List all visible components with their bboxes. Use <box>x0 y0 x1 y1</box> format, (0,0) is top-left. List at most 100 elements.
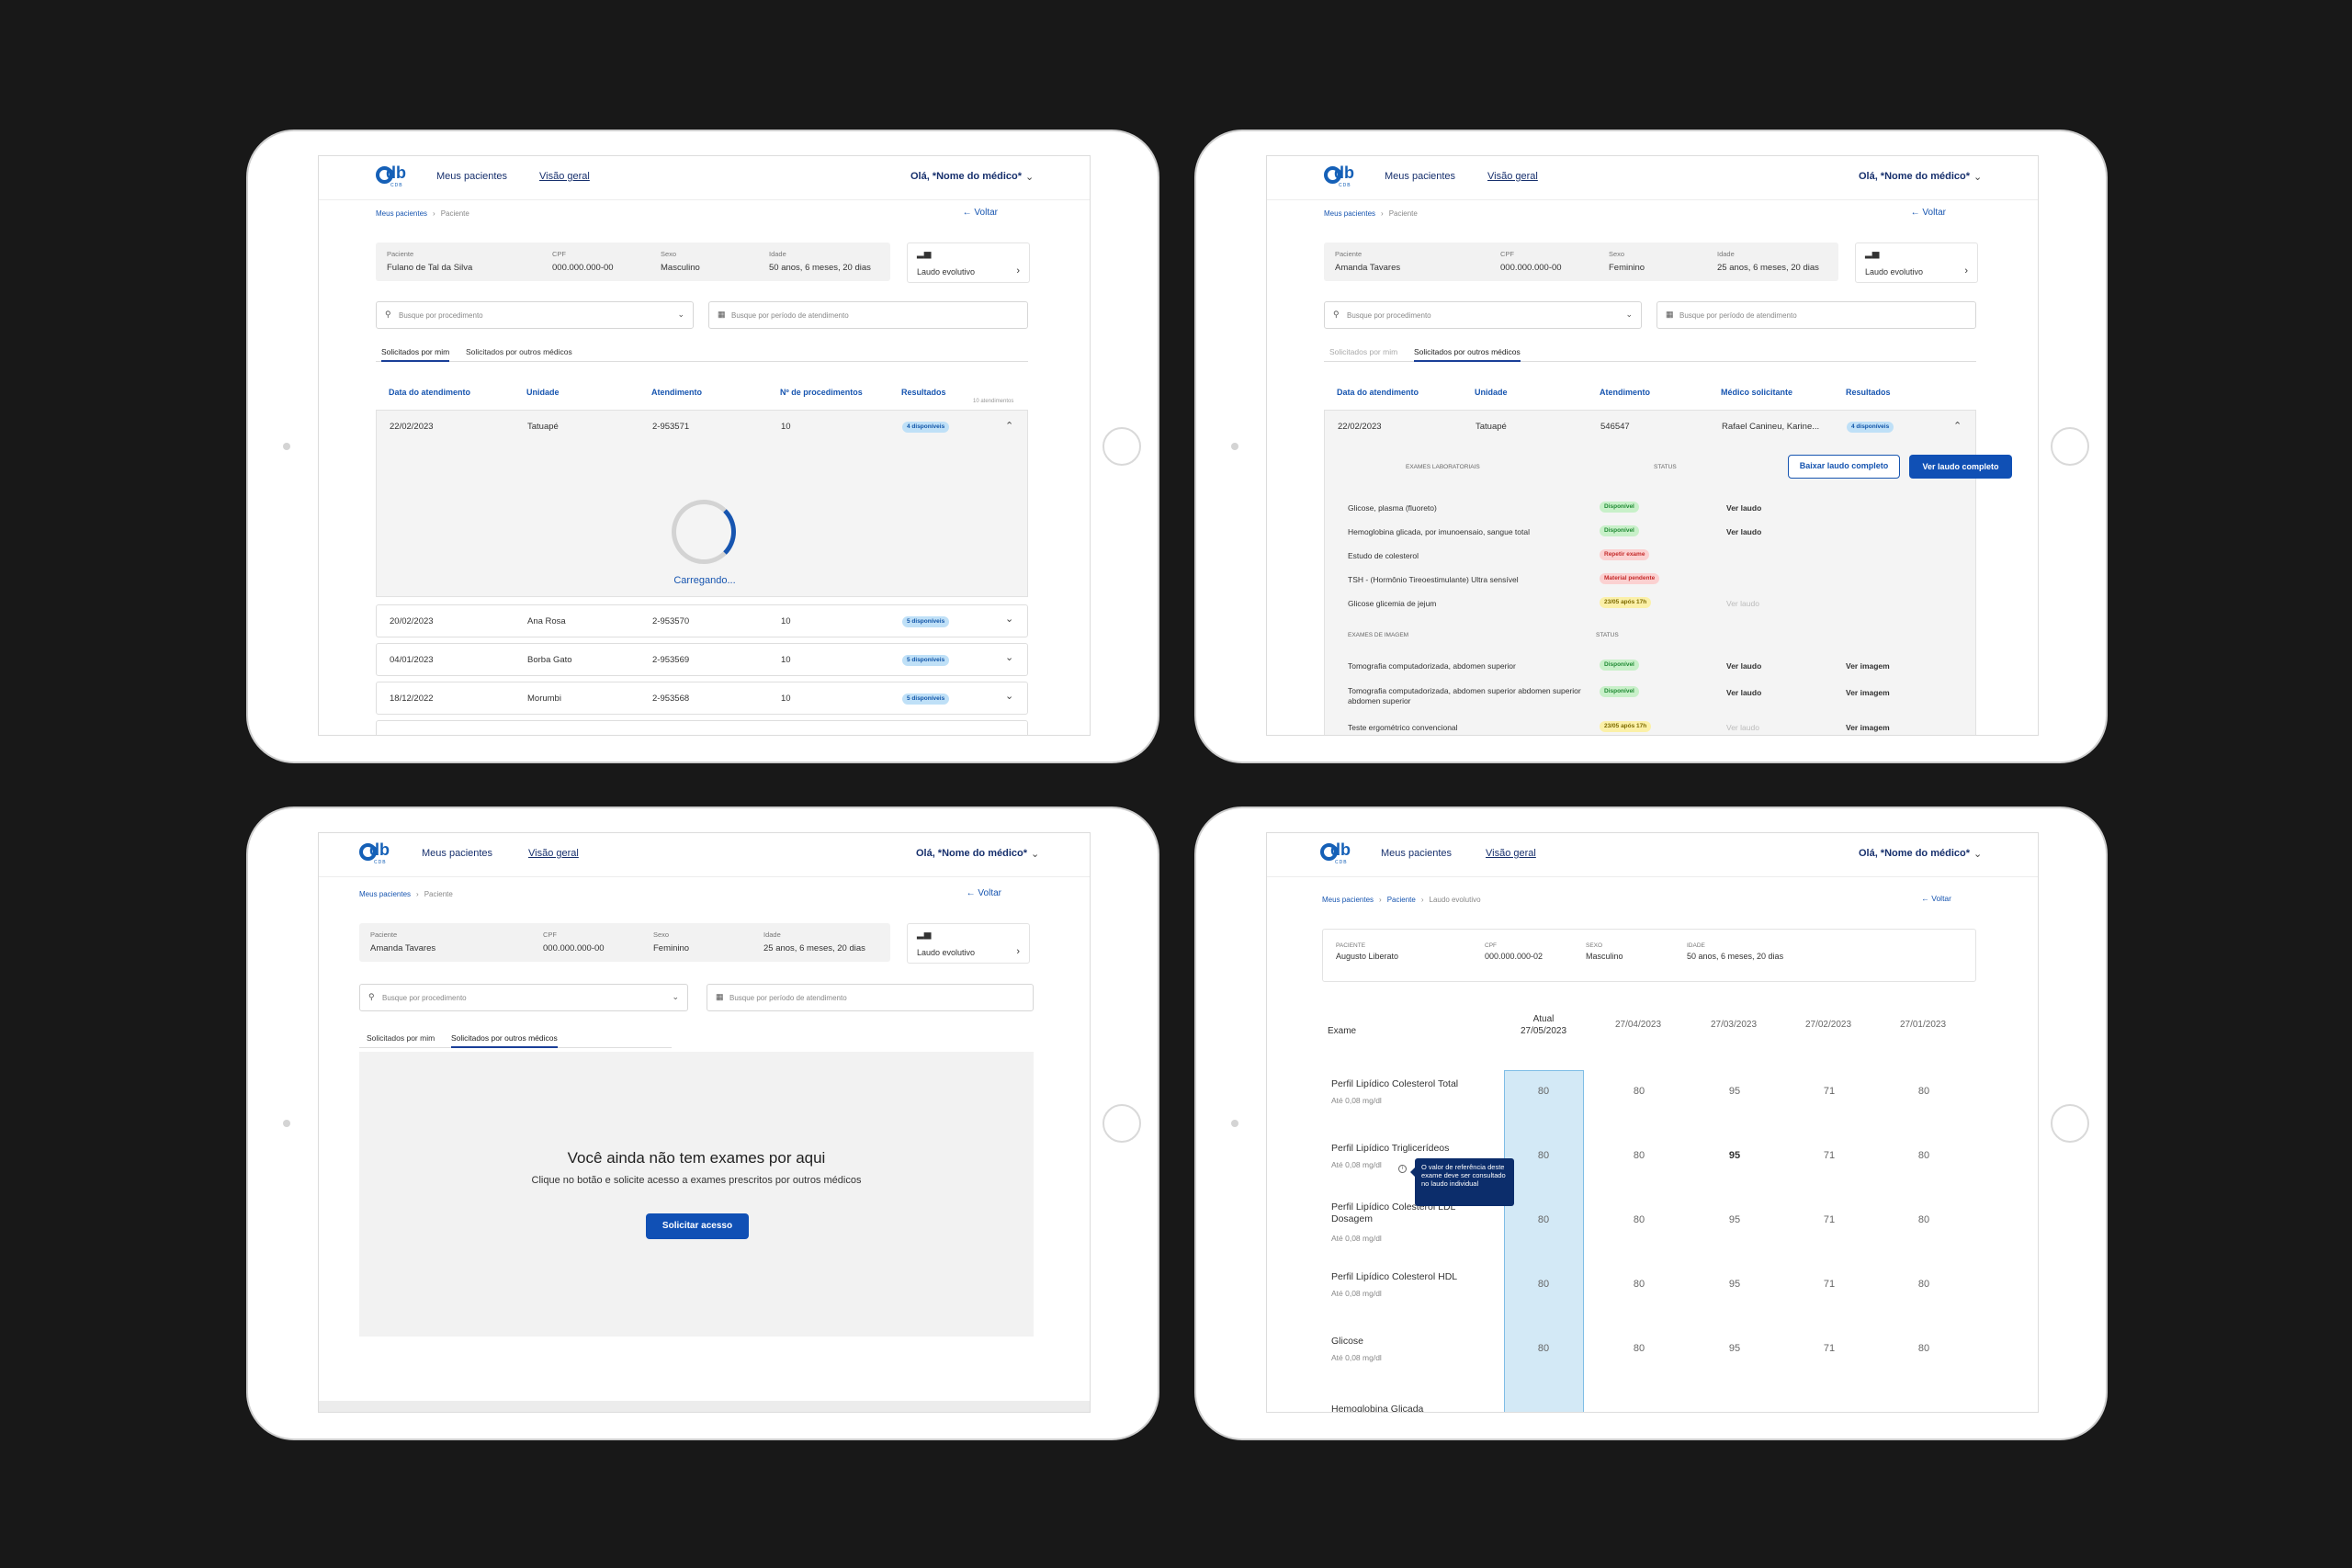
view-report-link[interactable]: Ver laudo <box>1726 527 1761 536</box>
nav-my-patients[interactable]: Meus pacientes <box>422 848 492 859</box>
th-unit[interactable]: Unidade <box>526 388 560 397</box>
tab-requested-by-me[interactable]: Solicitados por mim <box>381 347 450 362</box>
procedure-search-input[interactable]: ⚲ Busque por procedimento ⌄ <box>1324 301 1642 329</box>
exam-value: 80 <box>1633 1214 1645 1225</box>
th-procedures[interactable]: Nº de procedimentos <box>780 388 863 397</box>
lab-status-title: Status <box>1654 464 1677 470</box>
view-report-link[interactable]: Ver laudo <box>1726 661 1761 671</box>
th-results[interactable]: Resultados <box>901 388 946 397</box>
crumb-patient[interactable]: Paciente <box>1387 896 1416 904</box>
procedure-search-input[interactable]: ⚲ Busque por procedimento ⌄ <box>376 301 694 329</box>
period-search-input[interactable]: ▦ Busque por período de atendimento <box>707 984 1034 1011</box>
user-greeting: Olá, *Nome do médico* <box>1858 171 1970 182</box>
th-unit[interactable]: Unidade <box>1475 388 1508 397</box>
user-menu[interactable]: Olá, *Nome do médico* ⌄ <box>1858 171 1982 183</box>
camera-dot <box>1231 1120 1238 1127</box>
view-image-link[interactable]: Ver imagem <box>1846 688 1890 697</box>
view-report-link[interactable]: Ver laudo <box>1726 688 1761 697</box>
tablet-frame: db CDB Meus pacientes Visão geral Olá, *N… <box>1194 807 2108 1440</box>
nav-my-patients[interactable]: Meus pacientes <box>1385 171 1455 182</box>
nav-overview[interactable]: Visão geral <box>528 848 579 859</box>
user-menu[interactable]: Olá, *Nome do médico* ⌄ <box>916 848 1039 860</box>
user-menu[interactable]: Olá, *Nome do médico* ⌄ <box>910 171 1034 183</box>
period-search-input[interactable]: ▦ Busque por período de atendimento <box>708 301 1028 329</box>
laudo-evolutivo-card[interactable]: ▂▅ Laudo evolutivo › <box>907 243 1030 283</box>
back-link[interactable]: ← Voltar <box>967 888 1001 898</box>
tab-requested-by-me[interactable]: Solicitados por mim <box>367 1033 435 1046</box>
status-badge: Disponível <box>1600 502 1639 513</box>
crumb-patients[interactable]: Meus pacientes <box>1324 209 1375 218</box>
nav-overview[interactable]: Visão geral <box>1486 848 1536 859</box>
info-icon[interactable]: i <box>1398 1165 1407 1173</box>
chevron-down-icon[interactable]: ⌄ <box>1005 613 1013 625</box>
top-nav: db CDB Meus pacientes Visão geral Olá, *N… <box>1267 156 2038 200</box>
crumb-patients[interactable]: Meus pacientes <box>1322 896 1374 904</box>
user-menu[interactable]: Olá, *Nome do médico* ⌄ <box>1859 848 1982 860</box>
table-row[interactable]: 20/02/2023 Ana Rosa 2-953570 10 5 dispon… <box>376 604 1028 637</box>
tab-requested-by-others[interactable]: Solicitados por outros médicos <box>1414 347 1521 362</box>
th-results[interactable]: Resultados <box>1846 388 1891 397</box>
nav-overview[interactable]: Visão geral <box>1487 171 1538 182</box>
nav-my-patients[interactable]: Meus pacientes <box>1381 848 1452 859</box>
home-button[interactable] <box>1102 427 1141 466</box>
tab-requested-by-others[interactable]: Solicitados por outros médicos <box>466 347 572 360</box>
top-nav: db CDB Meus pacientes Visão geral Olá, *N… <box>319 156 1090 200</box>
table-row[interactable]: 18/12/2022 Morumbi 2-953568 10 5 disponí… <box>376 682 1028 715</box>
camera-dot <box>283 1120 290 1127</box>
procedure-search-placeholder: Busque por procedimento <box>399 311 483 320</box>
status-badge: Disponível <box>1600 686 1639 697</box>
lab-exam-name: Glicose glicemia de jejum <box>1348 599 1437 608</box>
exam-value: 80 <box>1537 1343 1550 1354</box>
status-badge: 23/05 após 17h <box>1600 597 1652 608</box>
view-image-link[interactable]: Ver imagem <box>1846 723 1890 732</box>
search-icon: ⚲ <box>1333 310 1340 319</box>
home-button[interactable] <box>2051 427 2089 466</box>
nav-my-patients[interactable]: Meus pacientes <box>436 171 507 182</box>
view-report-link[interactable]: Ver laudo <box>1726 503 1761 513</box>
exam-value: 80 <box>1917 1150 1930 1161</box>
period-search-input[interactable]: ▦ Busque por período de atendimento <box>1657 301 1976 329</box>
back-link[interactable]: ← Voltar <box>1921 894 1951 903</box>
view-report-button[interactable]: Ver laudo completo <box>1909 455 2012 479</box>
request-access-button[interactable]: Solicitar acesso <box>646 1213 749 1239</box>
chevron-down-icon[interactable]: ⌄ <box>1005 690 1013 702</box>
chevron-down-icon: ⌄ <box>1973 849 1983 860</box>
logo[interactable]: db CDB <box>376 164 409 191</box>
back-link[interactable]: ← Voltar <box>1911 208 1946 218</box>
cell-unit: Tatuapé <box>527 422 559 432</box>
th-visit[interactable]: Atendimento <box>1600 388 1650 397</box>
chevron-up-icon[interactable]: ⌃ <box>1005 420 1013 432</box>
table-row[interactable]: 04/01/2023 Borba Gato 2-953569 10 5 disp… <box>376 643 1028 676</box>
status-badge: Repetir exame <box>1600 549 1650 560</box>
laudo-evolutivo-card[interactable]: ▂▅ Laudo evolutivo › <box>907 923 1030 964</box>
download-report-button[interactable]: Baixar laudo completo <box>1788 455 1900 479</box>
procedure-search-input[interactable]: ⚲ Busque por procedimento ⌄ <box>359 984 688 1011</box>
chevron-up-icon[interactable]: ⌃ <box>1953 420 1962 432</box>
back-link[interactable]: ← Voltar <box>963 208 998 218</box>
chevron-down-icon[interactable]: ⌄ <box>1005 651 1013 663</box>
crumb-patients[interactable]: Meus pacientes <box>376 209 427 218</box>
label-sex: SEXO <box>1586 942 1603 949</box>
th-date[interactable]: Data do atendimento <box>1337 388 1419 397</box>
tab-requested-by-others[interactable]: Solicitados por outros médicos <box>451 1033 558 1048</box>
image-status-title: Status <box>1596 632 1619 638</box>
nav-overview[interactable]: Visão geral <box>539 171 590 182</box>
tab-requested-by-me[interactable]: Solicitados por mim <box>1329 347 1397 360</box>
logo[interactable]: db CDB <box>1324 164 1357 191</box>
chevron-down-icon: ⌄ <box>672 992 679 1001</box>
crumb-patients[interactable]: Meus pacientes <box>359 890 411 898</box>
table-row[interactable] <box>376 720 1028 735</box>
status-badge: 23/05 após 17h <box>1600 721 1652 732</box>
th-doctor[interactable]: Médico solicitante <box>1721 388 1792 397</box>
view-image-link[interactable]: Ver imagem <box>1846 661 1890 671</box>
th-visit[interactable]: Atendimento <box>651 388 702 397</box>
home-button[interactable] <box>2051 1104 2089 1143</box>
home-button[interactable] <box>1102 1104 1141 1143</box>
logo[interactable]: db CDB <box>359 840 392 868</box>
exam-value: 80 <box>1537 1150 1550 1161</box>
patient-age: 50 anos, 6 meses, 20 dias <box>769 263 871 273</box>
exam-value: 80 <box>1537 1214 1550 1225</box>
laudo-evolutivo-card[interactable]: ▂▅ Laudo evolutivo › <box>1855 243 1978 283</box>
th-date[interactable]: Data do atendimento <box>389 388 470 397</box>
logo[interactable]: db CDB <box>1320 840 1353 868</box>
